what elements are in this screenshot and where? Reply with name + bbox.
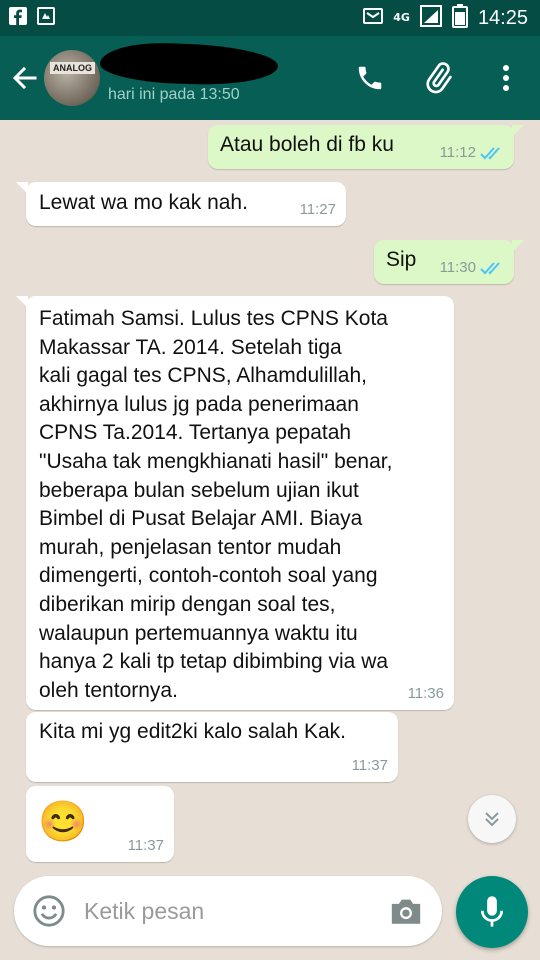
message-time: 11:12 [439,144,476,161]
message-time: 11:37 [351,757,388,774]
message-meta: 11:36 [408,685,444,702]
microphone-icon [480,896,504,927]
message-input[interactable] [84,891,374,931]
message-meta: 11:37 [128,837,164,854]
redaction-mark [99,40,279,88]
paperclip-icon [426,62,452,94]
network-type: 4G [393,11,410,24]
call-button[interactable] [336,36,404,120]
voice-record-button[interactable] [456,876,528,948]
message-composer [14,876,442,946]
battery-icon [451,4,468,32]
read-ticks-icon [480,261,500,274]
double-chevron-down-icon [485,812,499,827]
avatar-logo-text: ANALOG [50,62,95,74]
last-seen: hari ini pada 13:50 [108,86,240,103]
camera-button[interactable] [374,876,438,946]
status-bar: 4G 14:25 [0,0,540,36]
more-options-button[interactable] [472,36,540,120]
read-ticks-icon [480,146,500,159]
message-text: Kita mi yg edit2ki kalo salah Kak. [39,720,346,743]
camera-icon [391,899,421,924]
message-bubble[interactable]: Fatimah Samsi. Lulus tes CPNS Kota Makas… [16,296,454,710]
attach-button[interactable] [404,36,472,120]
message-text: Fatimah Samsi. Lulus tes CPNS Kota Makas… [39,307,393,702]
more-vertical-icon [503,65,509,91]
message-bubble[interactable]: Sip 11:30 [374,240,524,284]
message-bubble[interactable]: Kita mi yg edit2ki kalo salah Kak. 11:37 [26,712,398,782]
message-time: 11:36 [407,685,444,702]
contact-name [99,40,279,88]
chat-header: ANALOG hari ini pada 13:50 [0,36,540,120]
facebook-icon [8,6,28,30]
message-time: 11:30 [439,259,476,276]
clock: 14:25 [477,6,528,29]
message-meta: 11:30 [440,259,504,276]
message-bubble[interactable]: 😊 11:37 [26,786,174,862]
smiley-icon [33,895,65,927]
message-bubble[interactable]: Atau boleh di fb ku 11:12 [208,125,524,169]
signal-icon [419,5,442,31]
scroll-to-bottom-button[interactable] [468,795,516,843]
contact-info[interactable]: hari ini pada 13:50 [99,40,279,104]
message-icon [363,6,384,30]
emoji-button[interactable] [14,876,84,946]
back-button[interactable] [4,36,44,120]
message-meta: 11:37 [352,757,388,774]
message-meta: 11:12 [440,144,504,161]
phone-icon [358,66,382,90]
message-text: Lewat wa mo kak nah. [39,191,248,214]
message-time: 11:37 [127,837,164,854]
message-meta: 11:27 [300,201,336,218]
message-time: 11:27 [299,201,336,218]
message-bubble[interactable]: Lewat wa mo kak nah. 11:27 [16,182,346,226]
avatar[interactable]: ANALOG [44,50,100,106]
notification-icon [36,6,56,30]
arrow-left-icon [12,66,37,90]
